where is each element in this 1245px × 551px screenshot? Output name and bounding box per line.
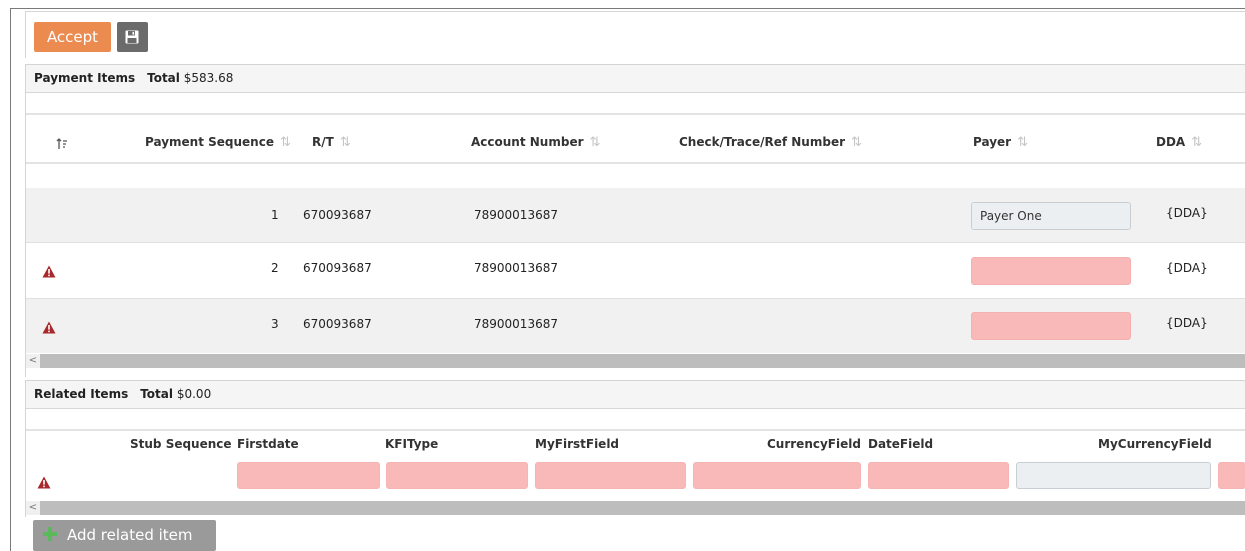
cell-account: 78900013687: [474, 261, 558, 275]
sort-icon: ⇅: [589, 135, 601, 150]
col-stub-sequence[interactable]: Stub Sequence: [130, 437, 232, 451]
payment-items-panel: Payment Items Total $583.68 Payment Seque…: [25, 64, 1245, 377]
payment-items-total-label: Total: [147, 71, 180, 85]
scroll-left-icon[interactable]: <: [26, 354, 40, 368]
sort-icon: ⇅: [339, 135, 351, 150]
related-horizontal-scrollbar[interactable]: <: [26, 501, 1245, 515]
warning-icon: [37, 476, 51, 489]
related-top-divider: [26, 429, 1245, 431]
accept-button[interactable]: Accept: [34, 22, 111, 52]
payer-input[interactable]: [971, 202, 1131, 230]
payer-input[interactable]: [971, 312, 1131, 340]
related-items-total-value: $0.00: [176, 387, 212, 401]
col-myfirstfield[interactable]: MyFirstField: [535, 437, 619, 451]
col-datefield[interactable]: DateField: [868, 437, 933, 451]
col-firstdate[interactable]: Firstdate: [237, 437, 299, 451]
related-items-title: Related Items: [34, 387, 129, 401]
col-rt[interactable]: R/T ⇅: [312, 135, 351, 150]
col-mycurrencyfield[interactable]: MyCurrencyField: [1098, 437, 1212, 451]
warning-icon: [42, 321, 56, 334]
col-account-number[interactable]: Account Number ⇅: [471, 135, 600, 150]
horizontal-scrollbar[interactable]: <: [26, 354, 1245, 368]
col-currencyfield[interactable]: CurrencyField: [767, 437, 861, 451]
payment-items-header: Payment Items Total $583.68: [26, 65, 1245, 93]
col-kfitype[interactable]: KFIType: [385, 437, 438, 451]
firstdate-field[interactable]: [237, 462, 380, 489]
cell-rt: 670093687: [303, 261, 372, 275]
cell-dda: {DDA}: [1166, 261, 1208, 275]
table-row[interactable]: 1 670093687 78900013687 {DDA}: [26, 188, 1245, 243]
payer-input[interactable]: [971, 257, 1131, 285]
scroll-left-icon[interactable]: <: [26, 501, 40, 515]
table-top-divider: [26, 113, 1245, 115]
add-related-item-button[interactable]: Add related item: [33, 520, 216, 551]
add-related-item-label: Add related item: [67, 526, 193, 544]
cell-dda: {DDA}: [1166, 206, 1208, 220]
related-items-panel: Related Items Total $0.00 Stub Sequence F…: [25, 380, 1245, 517]
cell-dda: {DDA}: [1166, 316, 1208, 330]
table-row[interactable]: 3 670093687 78900013687 {DDA}: [26, 299, 1245, 353]
sort-icon: ⇅: [1017, 135, 1028, 150]
related-item-row[interactable]: [26, 456, 1245, 500]
col-dda[interactable]: DDA ⇅: [1156, 135, 1202, 150]
cell-account: 78900013687: [474, 317, 558, 331]
sort-icon: ⇅: [279, 135, 291, 150]
next-field[interactable]: [1218, 462, 1245, 489]
cell-rt: 670093687: [303, 317, 372, 331]
col-check-trace-ref[interactable]: Check/Trace/Ref Number ⇅: [679, 135, 862, 150]
sort-icon: ⇅: [851, 135, 862, 150]
sort-icon: ⇅: [1191, 135, 1203, 150]
currencyfield-field[interactable]: [693, 462, 861, 489]
cell-sequence: 2: [271, 261, 279, 275]
datefield-field[interactable]: [868, 462, 1009, 489]
row-sort-icon[interactable]: [56, 138, 68, 153]
col-payer[interactable]: Payer ⇅: [973, 135, 1028, 150]
toolbar: Accept: [25, 11, 1245, 58]
header-divider: [26, 162, 1245, 164]
related-items-total-label: Total: [140, 387, 174, 401]
warning-icon: [42, 265, 56, 278]
kfitype-field[interactable]: [386, 462, 528, 489]
payment-items-total-value: $583.68: [183, 71, 234, 85]
cell-sequence: 3: [271, 317, 279, 331]
payment-items-title: Payment Items: [34, 71, 136, 85]
table-row[interactable]: 2 670093687 78900013687 {DDA}: [26, 243, 1245, 299]
cell-sequence: 1: [271, 208, 279, 222]
col-payment-sequence[interactable]: Payment Sequence ⇅: [145, 135, 291, 150]
myfirstfield-field[interactable]: [535, 462, 686, 489]
floppy-disk-icon: [125, 30, 139, 44]
cell-account: 78900013687: [474, 208, 558, 222]
plus-icon: [43, 527, 57, 541]
related-items-header: Related Items Total $0.00: [26, 381, 1245, 409]
mycurrencyfield-field[interactable]: [1016, 462, 1211, 489]
save-button[interactable]: [117, 22, 148, 52]
cell-rt: 670093687: [303, 208, 372, 222]
